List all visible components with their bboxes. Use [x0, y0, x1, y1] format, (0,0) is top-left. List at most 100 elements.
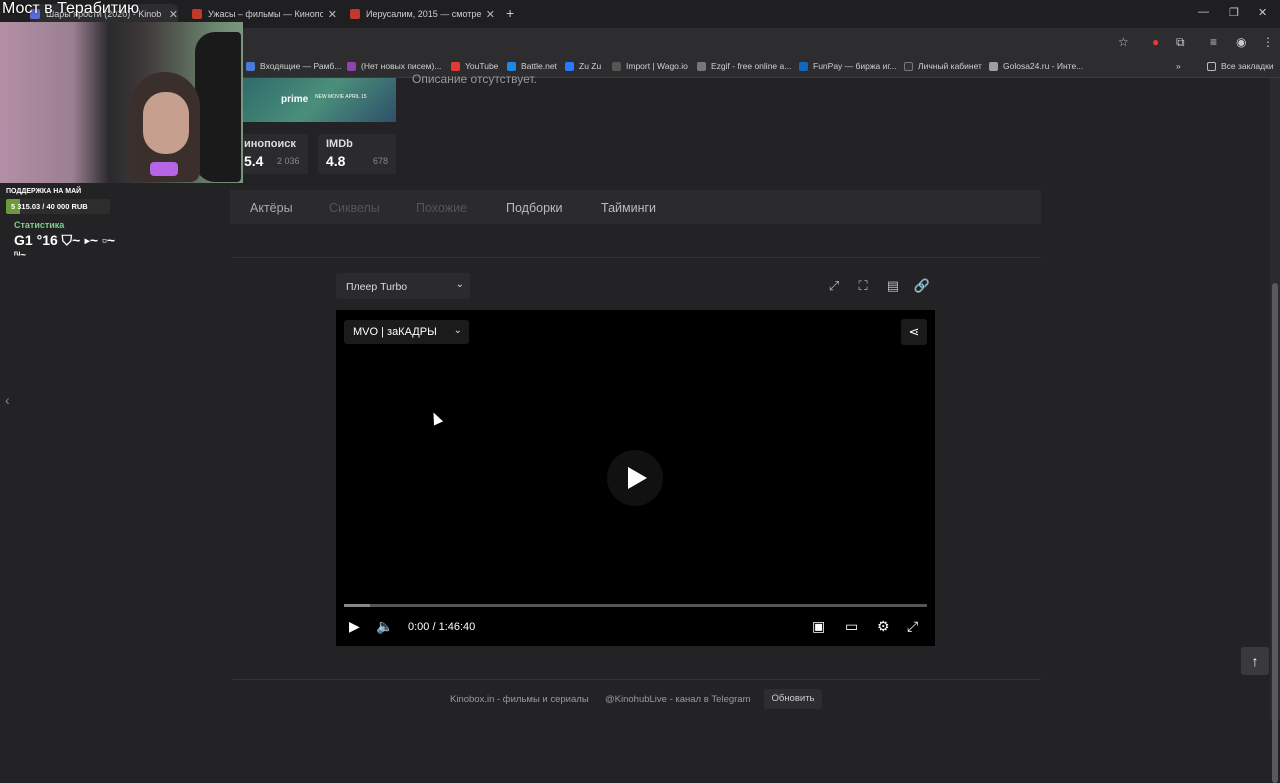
player-select[interactable]: Плеер Turbo ⌄ [336, 273, 470, 299]
rating-count: 678 [373, 156, 389, 166]
banner-new-text: NEW MOVIE APRIL 15 [315, 94, 367, 100]
wago-icon [612, 61, 621, 71]
support-progress-bar: 5 315.03 / 40 000 RUB [6, 199, 110, 214]
chat-icon: ▫~ [101, 232, 116, 248]
comment-icon[interactable]: ▤ [882, 275, 904, 297]
all-bookmarks[interactable]: Все закладки [1207, 61, 1274, 71]
browser-tab[interactable]: Ужасы – фильмы — Кинопоиск ✕ [192, 4, 337, 24]
bookmark-item[interactable]: FunPay — биржа иг... [799, 61, 897, 71]
progress-bar[interactable] [344, 604, 927, 607]
fullscreen-frame-icon[interactable]: ⛶ [852, 275, 874, 297]
rating-value: 5.4 [244, 153, 264, 169]
tab-timings[interactable]: Тайминги [601, 201, 656, 215]
media-icon[interactable]: ≡ [1210, 35, 1217, 49]
footer-site-link[interactable]: Kinobox.in - фильмы и сериалы [450, 694, 589, 705]
bookmark-item[interactable]: (Нет новых писем)... [347, 61, 441, 71]
big-play-button[interactable] [607, 450, 663, 506]
divider [232, 679, 1041, 680]
fullscreen-icon[interactable]: ⤢ [907, 618, 918, 635]
play-icon [628, 467, 647, 489]
bookmark-item[interactable]: Личный кабинет [904, 61, 982, 71]
bookmark-label: Battle.net [521, 61, 557, 71]
funpay-icon [799, 61, 808, 71]
close-tab-icon[interactable]: ✕ [486, 8, 495, 21]
bookmark-item[interactable]: Входящие — Рамб... [246, 61, 341, 71]
minimize-icon[interactable]: — [1198, 6, 1209, 18]
stats-line: G1 °16 ⛉~ ‣~ ▫~ [14, 232, 115, 249]
share-icon[interactable]: ⋖ [901, 319, 927, 345]
progress-buffered [344, 604, 371, 607]
bookmark-item[interactable]: Battle.net [507, 61, 557, 71]
close-tab-icon[interactable]: ✕ [169, 8, 178, 21]
refresh-button[interactable]: Обновить [764, 689, 822, 709]
bookmark-item[interactable]: Zu Zu [565, 61, 601, 71]
new-tab-icon[interactable]: + [506, 5, 514, 21]
bookmark-label: Golosa24.ru - Инте... [1003, 61, 1084, 71]
tab-collections[interactable]: Подборки [506, 201, 562, 215]
video-player[interactable]: MVO | заКАДРЫ ⌄ ⋖ ▶ 🔈 0:00 / 1:46:40 ▣ ▭… [336, 310, 935, 646]
bookmark-item[interactable]: YouTube [451, 61, 498, 71]
stats-line-2: ʳᵘ~ [14, 250, 26, 261]
movie-description: Описание отсутствует. [412, 72, 537, 86]
star-icon[interactable]: ☆ [1118, 35, 1129, 49]
webcam-face [143, 92, 189, 154]
chevron-left-icon[interactable]: ‹ [5, 392, 10, 408]
volume-icon[interactable]: 🔈 [376, 618, 393, 635]
more-bookmarks-icon[interactable]: » [1176, 61, 1181, 71]
g-icon: G [14, 232, 25, 248]
poster-banner: prime NEW MOVIE APRIL 15 [243, 78, 396, 122]
youtube-small-icon: ‣~ [84, 232, 99, 248]
mail-icon [246, 61, 255, 71]
ezgif-icon [697, 61, 706, 71]
restore-icon[interactable]: ❐ [1229, 6, 1239, 19]
scrollbar-thumb[interactable] [1272, 283, 1278, 783]
movie-tabs: Актёры Сиквелы Похожие Подборки Тайминги [230, 190, 1041, 224]
footer-telegram-link[interactable]: @KinohubLive - канал в Telegram [605, 694, 751, 705]
subtitles-icon[interactable]: ▭ [845, 618, 858, 635]
vk-icon [565, 61, 574, 71]
divider [232, 257, 1041, 258]
link-icon[interactable]: 🔗 [911, 275, 933, 297]
scroll-to-top-button[interactable]: ↑ [1241, 647, 1269, 675]
folder-icon [1207, 61, 1216, 71]
extension-opera-icon[interactable]: ● [1152, 35, 1159, 49]
tab-similar[interactable]: Похожие [416, 201, 467, 215]
play-icon[interactable]: ▶ [349, 618, 360, 635]
bookmark-item[interactable]: Import | Wago.io [612, 61, 688, 71]
kinopoisk-favicon [192, 9, 202, 19]
rating-value: 4.8 [326, 153, 346, 169]
chevron-down-icon: ⌄ [453, 325, 462, 336]
close-tab-icon[interactable]: ✕ [328, 8, 337, 21]
stream-title: Мост в Терабитию [2, 0, 140, 17]
puzzle-icon[interactable]: ⧉ [1176, 35, 1185, 50]
browser-tab[interactable]: Иерусалим, 2015 — смотреть ✕ [350, 4, 495, 24]
close-window-icon[interactable]: ✕ [1258, 6, 1267, 19]
picture-in-picture-icon[interactable]: ▣ [812, 618, 825, 635]
mail-icon [347, 61, 356, 71]
support-progress-text: 5 315.03 / 40 000 RUB [11, 202, 88, 211]
scrollbar[interactable] [1270, 78, 1280, 783]
webcam-light [150, 162, 178, 176]
webcam-overlay [0, 22, 243, 183]
settings-gear-icon[interactable]: ⚙ [877, 618, 890, 635]
bookmark-item[interactable]: Golosa24.ru - Инте... [989, 61, 1083, 71]
bookmark-label: (Нет новых писем)... [361, 61, 442, 71]
rating-imdb: IMDb 4.8 678 [318, 134, 396, 174]
bookmark-label: Zu Zu [579, 61, 602, 71]
rating-source: инопоиск [244, 138, 296, 150]
voice-select[interactable]: MVO | заКАДРЫ ⌄ [344, 320, 469, 344]
voice-select-value: MVO | заКАДРЫ [353, 326, 437, 338]
kinopoisk-favicon [350, 9, 360, 19]
stats-label: Статистика [14, 220, 65, 230]
bookmark-item[interactable]: Ezgif - free online a... [697, 61, 791, 71]
battlenet-icon [507, 61, 516, 71]
tab-actors[interactable]: Актёры [250, 201, 293, 215]
profile-icon[interactable]: ◉ [1236, 35, 1246, 49]
menu-icon[interactable]: ⋮ [1262, 35, 1274, 49]
twitch-icon: ⛉~ [61, 232, 81, 248]
webcam-chair [195, 32, 241, 182]
ru-icon: ʳᵘ~ [14, 250, 27, 261]
tab-sequels[interactable]: Сиквелы [329, 201, 380, 215]
expand-icon[interactable]: ⤢ [823, 275, 845, 297]
rating-kinopoisk: инопоиск 5.4 2 036 [236, 134, 308, 174]
